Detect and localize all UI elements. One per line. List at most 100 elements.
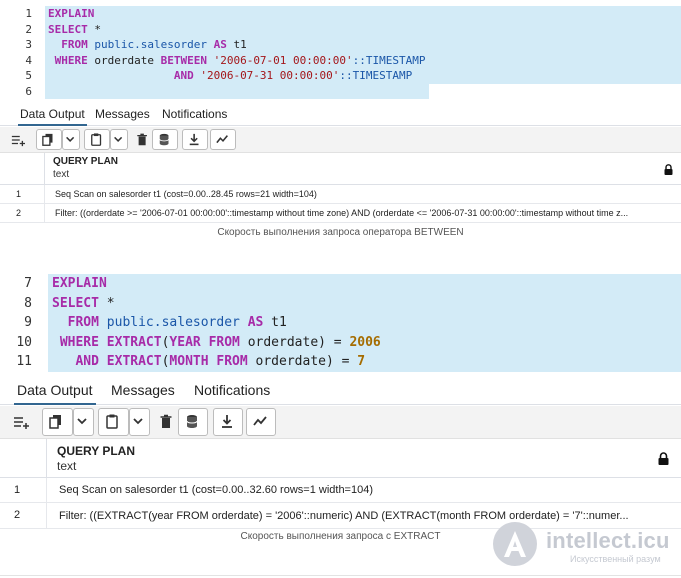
table-row[interactable]: 2 Filter: ((EXTRACT(year FROM orderdate)…	[0, 503, 681, 529]
code-line[interactable]: 5 AND '2006-07-31 00:00:00'::TIMESTAMP	[0, 68, 681, 84]
database-icon	[159, 133, 169, 145]
trash-button[interactable]	[132, 129, 154, 150]
code-token: 7	[357, 354, 366, 370]
copy-button[interactable]	[42, 408, 73, 436]
code-line[interactable]: 3 FROM public.salesorder AS t1	[0, 37, 681, 53]
code-text: SELECT *	[48, 22, 101, 38]
column-header-query-plan[interactable]: QUERY PLAN text	[44, 153, 681, 184]
code-token: FROM	[52, 315, 107, 331]
query-plan-cell[interactable]: Seq Scan on salesorder t1 (cost=0.00..28…	[44, 185, 681, 203]
code-token: FROM	[48, 38, 95, 51]
graph-icon	[253, 416, 267, 426]
code-token: SELECT	[52, 295, 99, 311]
code-line[interactable]: 11 AND EXTRACT(MONTH FROM orderdate) = 7	[0, 352, 681, 372]
database-button[interactable]	[152, 129, 178, 150]
code-token: ::TIMESTAMP	[352, 53, 426, 67]
query-plan-cell[interactable]: Filter: ((EXTRACT(year FROM orderdate) =…	[46, 503, 671, 528]
chevron-down-icon	[77, 418, 87, 425]
code-line[interactable]: 6	[0, 83, 681, 99]
code-token: EXPLAIN	[48, 7, 95, 20]
code-line[interactable]: 10 WHERE EXTRACT(YEAR FROM orderdate) = …	[0, 332, 681, 353]
code-line[interactable]: 1 EXPLAIN	[0, 6, 681, 22]
chevron-down-button[interactable]	[72, 408, 94, 436]
line-number: 8	[24, 295, 32, 311]
lock-icon	[664, 164, 673, 175]
tab-notifications[interactable]: Notifications	[162, 104, 227, 126]
lock-icon	[658, 452, 669, 465]
query-editor-2[interactable]: 7 EXPLAIN 8 SELECT * 9 FROM public.salesorde…	[0, 274, 681, 374]
watermark-subtitle: Искусственный разум	[570, 554, 661, 564]
line-number: 4	[25, 53, 32, 67]
code-token: .salesorder	[153, 315, 248, 331]
code-text: SELECT *	[52, 294, 115, 314]
line-highlight	[45, 6, 681, 22]
code-token: FROM	[216, 354, 256, 370]
paste-icon	[91, 132, 102, 146]
chevron-down-button[interactable]	[128, 408, 150, 436]
result-tabs-2: Data Output Messages Notifications	[0, 378, 681, 405]
code-token: BETWEEN	[160, 53, 214, 67]
row-number: 2	[14, 509, 21, 521]
line-highlight	[48, 293, 681, 314]
trash-button[interactable]	[154, 408, 180, 436]
line-number: 3	[25, 38, 32, 51]
column-type: text	[53, 169, 70, 180]
query-editor-1[interactable]: 1 EXPLAIN 2 SELECT * 3 FROM public.salesorde…	[0, 6, 681, 102]
download-button[interactable]	[212, 408, 244, 436]
add-row-button[interactable]	[4, 129, 32, 150]
code-token: EXTRACT	[106, 334, 162, 350]
database-button[interactable]	[177, 408, 209, 436]
table-row[interactable]: 1 Seq Scan on salesorder t1 (cost=0.00..…	[0, 185, 681, 204]
code-token: '2006-07-31 00:00:00'	[200, 69, 340, 82]
code-text: FROM public.salesorder AS t1	[52, 313, 287, 333]
result-grid-2: QUERY PLAN text 1 Seq Scan on salesorder…	[0, 439, 681, 530]
graph-button[interactable]	[245, 408, 277, 436]
database-icon	[186, 415, 198, 428]
row-number: 1	[16, 189, 22, 199]
code-text: EXPLAIN	[48, 6, 94, 22]
column-header-query-plan[interactable]: QUERY PLAN text	[46, 439, 681, 477]
code-token: ::TIMESTAMP	[339, 69, 413, 82]
download-icon	[189, 133, 199, 145]
line-number: 2	[25, 22, 32, 36]
download-button[interactable]	[182, 129, 208, 150]
code-token: orderdate) =	[255, 354, 358, 370]
table-row[interactable]: 1 Seq Scan on salesorder t1 (cost=0.00..…	[0, 478, 681, 503]
graph-button[interactable]	[210, 129, 236, 150]
code-token: 2006	[349, 334, 381, 350]
tab-messages[interactable]: Messages	[95, 104, 150, 126]
tab-data-output[interactable]: Data Output	[14, 378, 96, 405]
code-token: EXPLAIN	[52, 276, 107, 291]
tab-notifications[interactable]: Notifications	[194, 378, 270, 405]
code-token: AS	[213, 38, 227, 51]
code-token: AND	[48, 69, 201, 82]
result-tabs-1: Data Output Messages Notifications	[0, 104, 681, 126]
code-text: WHERE orderdate BETWEEN '2006-07-01 00:0…	[48, 53, 426, 69]
chevron-down-button[interactable]	[62, 129, 80, 150]
code-token: orderdate) =	[247, 334, 350, 350]
code-token: AND	[52, 354, 107, 370]
tab-data-output[interactable]: Data Output	[18, 104, 87, 126]
table-row[interactable]: 2 Filter: ((orderdate >= '2006-07-01 00:…	[0, 204, 681, 223]
brain-logo-icon	[504, 531, 526, 557]
code-line[interactable]: 7 EXPLAIN	[0, 274, 681, 294]
paste-button[interactable]	[98, 408, 129, 436]
grid-header: QUERY PLAN text	[0, 153, 681, 185]
graph-icon	[216, 134, 228, 143]
add-row-button[interactable]	[5, 408, 38, 436]
code-line[interactable]: 4 WHERE orderdate BETWEEN '2006-07-01 00…	[0, 52, 681, 69]
query-plan-cell[interactable]: Seq Scan on salesorder t1 (cost=0.00..32…	[46, 478, 681, 502]
code-text: AND '2006-07-31 00:00:00'::TIMESTAMP	[48, 68, 412, 84]
add-row-icon	[11, 135, 25, 146]
line-highlight	[45, 83, 429, 99]
query-plan-cell[interactable]: Filter: ((orderdate >= '2006-07-01 00:00…	[44, 204, 673, 222]
code-line[interactable]: 9 FROM public.salesorder AS t1	[0, 313, 681, 333]
tab-messages[interactable]: Messages	[111, 378, 175, 405]
code-line[interactable]: 8 SELECT *	[0, 293, 681, 314]
paste-button[interactable]	[84, 129, 110, 150]
chevron-down-icon	[133, 418, 143, 425]
chevron-down-button[interactable]	[110, 129, 128, 150]
copy-button[interactable]	[36, 129, 62, 150]
code-token: AS	[247, 315, 264, 331]
code-line[interactable]: 2 SELECT *	[0, 21, 681, 38]
